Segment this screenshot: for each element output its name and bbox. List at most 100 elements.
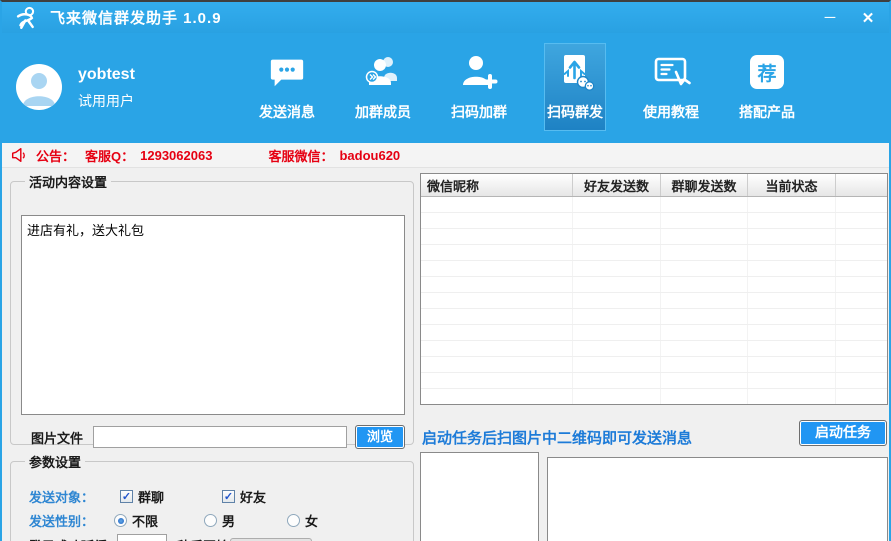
radio-label: 女	[305, 514, 319, 529]
table-cell	[748, 357, 836, 372]
table-cell	[421, 389, 573, 404]
table-row	[421, 245, 887, 261]
delay-seconds-input[interactable]	[117, 534, 168, 541]
toolbar-item-label: 发送消息	[259, 104, 315, 120]
notice-bar: 公告： 客服Q： 1293062063 客服微信： badou620	[2, 143, 889, 168]
table-cell	[421, 373, 573, 388]
param-settings-group: 参数设置 发送对象： 群聊 好友 发送性别： 不限 男	[10, 452, 414, 541]
table-cell	[421, 213, 573, 228]
radio-gender-male[interactable]: 男	[204, 511, 235, 530]
image-path-input[interactable]	[93, 426, 347, 448]
table-cell	[836, 277, 887, 292]
toolbar-item-scan-mass-send[interactable]: 扫码群发	[544, 43, 606, 131]
table-cell	[573, 245, 661, 260]
scan-mass-send-icon	[555, 50, 595, 94]
table-cell	[421, 261, 573, 276]
table-cell	[661, 261, 748, 276]
radio-icon[interactable]	[114, 514, 128, 527]
toolbar-item-scan-join-group[interactable]: 扫码加群	[448, 43, 510, 131]
recommend-badge: 荐	[750, 55, 784, 89]
user-role: 试用用户	[78, 93, 134, 109]
radio-icon[interactable]	[287, 514, 301, 527]
table-cell	[748, 245, 836, 260]
table-row	[421, 309, 887, 325]
table-cell	[748, 213, 836, 228]
content-settings-title: 活动内容设置	[29, 175, 108, 190]
radio-icon[interactable]	[204, 514, 218, 527]
notice-prefix: 公告：	[36, 148, 76, 164]
table-row	[421, 341, 887, 357]
checkbox-friends[interactable]: 好友	[222, 487, 266, 506]
toolbar-item-tutorial[interactable]: 使用教程	[640, 43, 702, 131]
title-bar: 飞来微信群发助手 1.0.9 ─ ✕	[2, 2, 889, 33]
recommended-products-icon: 荐	[747, 50, 787, 94]
toolbar-item-label: 扫码加群	[451, 104, 507, 120]
column-header-current-status[interactable]: 当前状态	[748, 174, 836, 196]
toolbar-item-label: 搭配产品	[739, 104, 795, 120]
start-task-button[interactable]: 启动任务	[799, 420, 887, 446]
column-header-extra[interactable]	[836, 174, 887, 196]
image-file-label: 图片文件	[31, 430, 84, 446]
toolbar-item-recommended-products[interactable]: 荐 搭配产品	[736, 43, 798, 131]
table-cell	[573, 309, 661, 324]
column-header-friend-send-count[interactable]: 好友发送数	[573, 174, 661, 196]
table-row	[421, 277, 887, 293]
table-cell	[661, 293, 748, 308]
checkbox-label: 好友	[240, 490, 267, 505]
browse-button[interactable]: 浏览	[355, 425, 405, 449]
column-header-nickname[interactable]: 微信昵称	[421, 174, 573, 196]
minimize-button[interactable]: ─	[819, 9, 841, 26]
send-message-icon	[267, 50, 307, 94]
app-window: 飞来微信群发助手 1.0.9 ─ ✕ yobtest 试用用户 发送消息 加群成…	[0, 0, 891, 541]
toolbar-item-label: 使用教程	[643, 104, 699, 120]
header: yobtest 试用用户 发送消息 加群成员 扫码加群 扫码群发 使用教程 荐 …	[2, 33, 889, 143]
column-header-group-send-count[interactable]: 群聊发送数	[661, 174, 748, 196]
table-cell	[421, 277, 573, 292]
table-cell	[661, 197, 748, 212]
toolbar: 发送消息 加群成员 扫码加群 扫码群发 使用教程 荐 搭配产品	[256, 43, 798, 131]
checkbox-icon[interactable]	[120, 490, 134, 503]
radio-label: 不限	[132, 514, 159, 529]
table-cell	[573, 293, 661, 308]
table-cell	[748, 261, 836, 276]
service-wechat-label: 客服微信：	[268, 148, 334, 164]
table-row	[421, 325, 887, 341]
table-cell	[421, 245, 573, 260]
table-cell	[573, 389, 661, 404]
table-cell	[836, 389, 887, 404]
table-cell	[748, 389, 836, 404]
checkbox-group-chat[interactable]: 群聊	[120, 487, 164, 506]
send-gender-label: 发送性别：	[29, 514, 95, 529]
table-cell	[661, 373, 748, 388]
checkbox-icon[interactable]	[222, 490, 236, 503]
table-cell	[573, 277, 661, 292]
scan-join-group-icon	[459, 50, 499, 94]
add-group-members-icon	[363, 50, 403, 94]
message-textarea[interactable]: 进店有礼，送大礼包	[21, 215, 405, 415]
table-row	[421, 213, 887, 229]
table-cell	[748, 309, 836, 324]
radio-gender-any[interactable]: 不限	[114, 511, 158, 530]
table-cell	[661, 277, 748, 292]
table-cell	[573, 197, 661, 212]
table-row	[421, 389, 887, 404]
param-settings-title: 参数设置	[29, 455, 82, 470]
table-cell	[748, 277, 836, 292]
table-row	[421, 261, 887, 277]
user-silhouette-icon	[23, 73, 55, 106]
send-target-label: 发送对象：	[29, 490, 95, 505]
close-button[interactable]: ✕	[857, 9, 879, 27]
app-logo-icon	[16, 6, 35, 29]
table-cell	[748, 325, 836, 340]
radio-gender-female[interactable]: 女	[287, 511, 318, 530]
toolbar-item-add-group-members[interactable]: 加群成员	[352, 43, 414, 131]
checkbox-label: 群聊	[138, 490, 165, 505]
table-cell	[836, 213, 887, 228]
table-cell	[661, 309, 748, 324]
table-cell	[573, 341, 661, 356]
toolbar-item-send-message[interactable]: 发送消息	[256, 43, 318, 131]
table-cell	[661, 357, 748, 372]
table-row	[421, 373, 887, 389]
table-cell	[836, 357, 887, 372]
content-settings-group: 活动内容设置 进店有礼，送大礼包 图片文件 浏览	[10, 172, 414, 449]
